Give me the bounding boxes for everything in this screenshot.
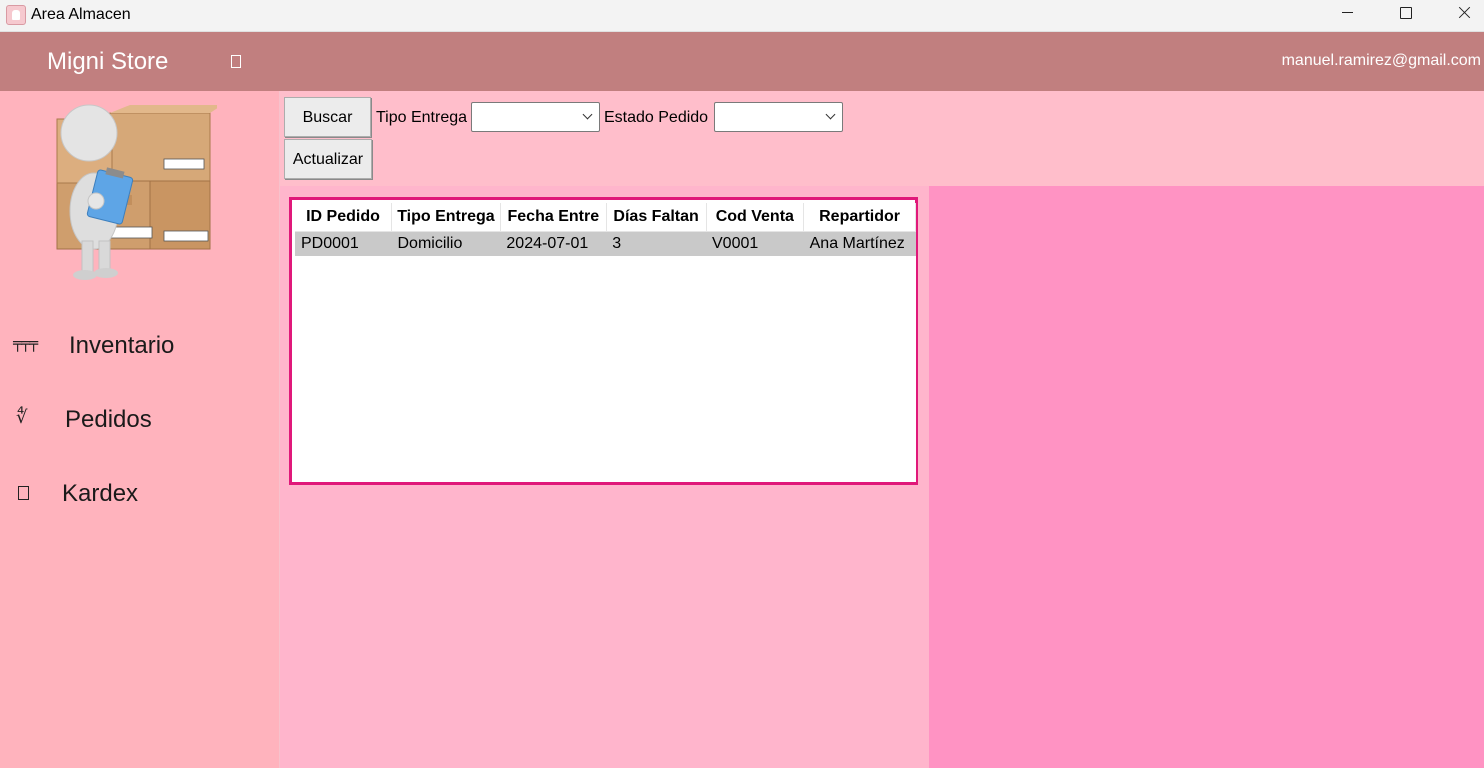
search-button[interactable]: Buscar bbox=[284, 97, 371, 137]
cell-fecha-entrega: 2024-07-01 bbox=[500, 231, 607, 256]
chevron-down-icon bbox=[825, 109, 836, 120]
table-header-row: ID Pedido Tipo Entrega Fecha Entre Días … bbox=[295, 203, 916, 232]
order-status-label: Estado Pedido bbox=[604, 109, 709, 126]
warehouse-illustration bbox=[56, 104, 217, 280]
delivery-type-select[interactable] bbox=[471, 102, 600, 132]
orders-icon: ∜ bbox=[16, 407, 28, 428]
cell-tipo-entrega: Domicilio bbox=[391, 231, 501, 256]
cell-id-pedido: PD0001 bbox=[295, 231, 392, 256]
nav-item-inventario[interactable]: ╤╤╤ Inventario bbox=[0, 321, 279, 371]
column-header-fecha-entrega[interactable]: Fecha Entre bbox=[500, 203, 607, 232]
app-header: Migni Store manuel.ramirez@gmail.com bbox=[0, 32, 1484, 91]
nav-label-inventario: Inventario bbox=[69, 332, 175, 359]
nav-label-kardex: Kardex bbox=[62, 480, 139, 507]
detail-panel bbox=[929, 186, 1484, 768]
brand-title: Migni Store bbox=[47, 48, 169, 75]
refresh-button[interactable]: Actualizar bbox=[284, 139, 372, 179]
minimize-button[interactable] bbox=[1318, 0, 1376, 32]
cell-cod-venta: V0001 bbox=[706, 231, 804, 256]
window-title: Area Almacen bbox=[31, 6, 131, 23]
close-button[interactable] bbox=[1436, 0, 1484, 32]
orders-table: ID Pedido Tipo Entrega Fecha Entre Días … bbox=[295, 203, 916, 256]
kardex-icon bbox=[18, 486, 29, 500]
nav-item-kardex[interactable]: Kardex bbox=[0, 468, 279, 518]
order-status-select[interactable] bbox=[714, 102, 843, 132]
table-row[interactable]: PD0001 Domicilio 2024-07-01 3 V0001 Ana … bbox=[295, 231, 916, 256]
chevron-down-icon bbox=[582, 109, 593, 120]
column-header-tipo-entrega[interactable]: Tipo Entrega bbox=[391, 203, 501, 232]
nav-item-pedidos[interactable]: ∜ Pedidos bbox=[0, 394, 279, 444]
cell-repartidor: Ana Martínez bbox=[803, 231, 916, 256]
orders-grid-viewport[interactable]: ID Pedido Tipo Entrega Fecha Entre Días … bbox=[295, 203, 916, 482]
column-header-cod-venta[interactable]: Cod Venta bbox=[706, 203, 805, 232]
app-icon bbox=[6, 5, 26, 25]
cell-dias-faltantes: 3 bbox=[606, 231, 706, 256]
user-email: manuel.ramirez@gmail.com bbox=[1281, 52, 1481, 69]
column-header-dias-faltantes[interactable]: Días Faltan bbox=[606, 203, 707, 232]
column-header-id-pedido[interactable]: ID Pedido bbox=[295, 203, 392, 232]
menu-icon[interactable] bbox=[231, 55, 241, 68]
delivery-type-label: Tipo Entrega bbox=[376, 109, 468, 126]
column-header-repartidor[interactable]: Repartidor bbox=[803, 203, 916, 232]
nav-label-pedidos: Pedidos bbox=[65, 406, 152, 433]
inventory-icon: ╤╤╤ bbox=[13, 334, 38, 352]
maximize-button[interactable] bbox=[1377, 0, 1435, 32]
sidebar: ╤╤╤ Inventario ∜ Pedidos Kardex bbox=[0, 91, 279, 768]
window-title-bar: Area Almacen bbox=[0, 0, 1484, 32]
orders-grid: ID Pedido Tipo Entrega Fecha Entre Días … bbox=[289, 197, 918, 485]
